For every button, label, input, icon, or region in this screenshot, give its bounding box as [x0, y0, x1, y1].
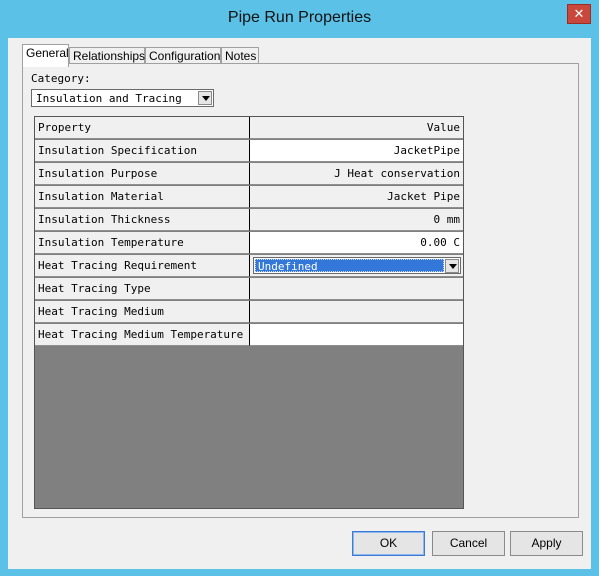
property-name: Heat Tracing Requirement — [35, 255, 250, 277]
table-row[interactable]: Heat Tracing Requirement Undefined — [35, 255, 463, 278]
dialog-client: General Relationships Configuration Note… — [8, 38, 591, 569]
property-value[interactable] — [250, 278, 463, 300]
property-value[interactable]: Jacket Pipe — [250, 186, 463, 208]
property-value[interactable]: JacketPipe — [250, 140, 463, 162]
property-value[interactable] — [250, 301, 463, 323]
cancel-button[interactable]: Cancel — [432, 531, 505, 556]
property-name: Insulation Specification — [35, 140, 250, 162]
tab-general[interactable]: General — [22, 44, 69, 67]
table-row[interactable]: Insulation Temperature 0.00 C — [35, 232, 463, 255]
close-button[interactable]: ✕ — [567, 4, 591, 24]
property-name: Insulation Material — [35, 186, 250, 208]
heat-tracing-requirement-dropdown[interactable]: Undefined — [253, 257, 461, 274]
table-row[interactable]: Heat Tracing Type — [35, 278, 463, 301]
apply-button[interactable]: Apply — [510, 531, 583, 556]
category-selected-value: Insulation and Tracing — [36, 92, 182, 105]
chevron-down-icon[interactable] — [198, 91, 212, 105]
general-tab-panel: Category: Insulation and Tracing Propert… — [22, 63, 579, 518]
table-row[interactable]: Insulation Thickness 0 mm — [35, 209, 463, 232]
table-row[interactable]: Insulation Specification JacketPipe — [35, 140, 463, 163]
property-name: Heat Tracing Medium — [35, 301, 250, 323]
close-icon: ✕ — [573, 6, 585, 21]
title-bar[interactable]: Pipe Run Properties ✕ — [0, 0, 599, 38]
property-name: Insulation Purpose — [35, 163, 250, 185]
grid-header-row: Property Value — [35, 117, 463, 140]
table-row[interactable]: Heat Tracing Medium — [35, 301, 463, 324]
property-name: Insulation Temperature — [35, 232, 250, 254]
property-value[interactable] — [250, 324, 463, 346]
category-label: Category: — [31, 72, 91, 85]
selected-value: Undefined — [255, 259, 444, 273]
property-grid: Property Value Insulation Specification … — [34, 116, 464, 509]
tab-general-label: General — [26, 46, 69, 60]
property-value[interactable]: 0 mm — [250, 209, 463, 231]
ok-button[interactable]: OK — [352, 531, 425, 556]
chevron-down-icon[interactable] — [445, 259, 459, 273]
header-property: Property — [35, 117, 250, 139]
property-name: Heat Tracing Medium Temperature — [35, 324, 250, 346]
property-name: Heat Tracing Type — [35, 278, 250, 300]
category-dropdown[interactable]: Insulation and Tracing — [31, 89, 214, 107]
table-row[interactable]: Heat Tracing Medium Temperature — [35, 324, 463, 347]
property-name: Insulation Thickness — [35, 209, 250, 231]
property-value[interactable]: 0.00 C — [250, 232, 463, 254]
table-row[interactable]: Insulation Purpose J Heat conservation — [35, 163, 463, 186]
property-value[interactable]: J Heat conservation — [250, 163, 463, 185]
table-row[interactable]: Insulation Material Jacket Pipe — [35, 186, 463, 209]
window-title: Pipe Run Properties — [227, 9, 372, 26]
tab-relationships-label: Relationships — [73, 49, 146, 63]
tab-configuration-label: Configuration — [149, 49, 221, 63]
tab-notes-label: Notes — [225, 49, 257, 63]
header-value: Value — [250, 117, 463, 139]
dialog-window: Pipe Run Properties ✕ General Relationsh… — [0, 0, 599, 576]
